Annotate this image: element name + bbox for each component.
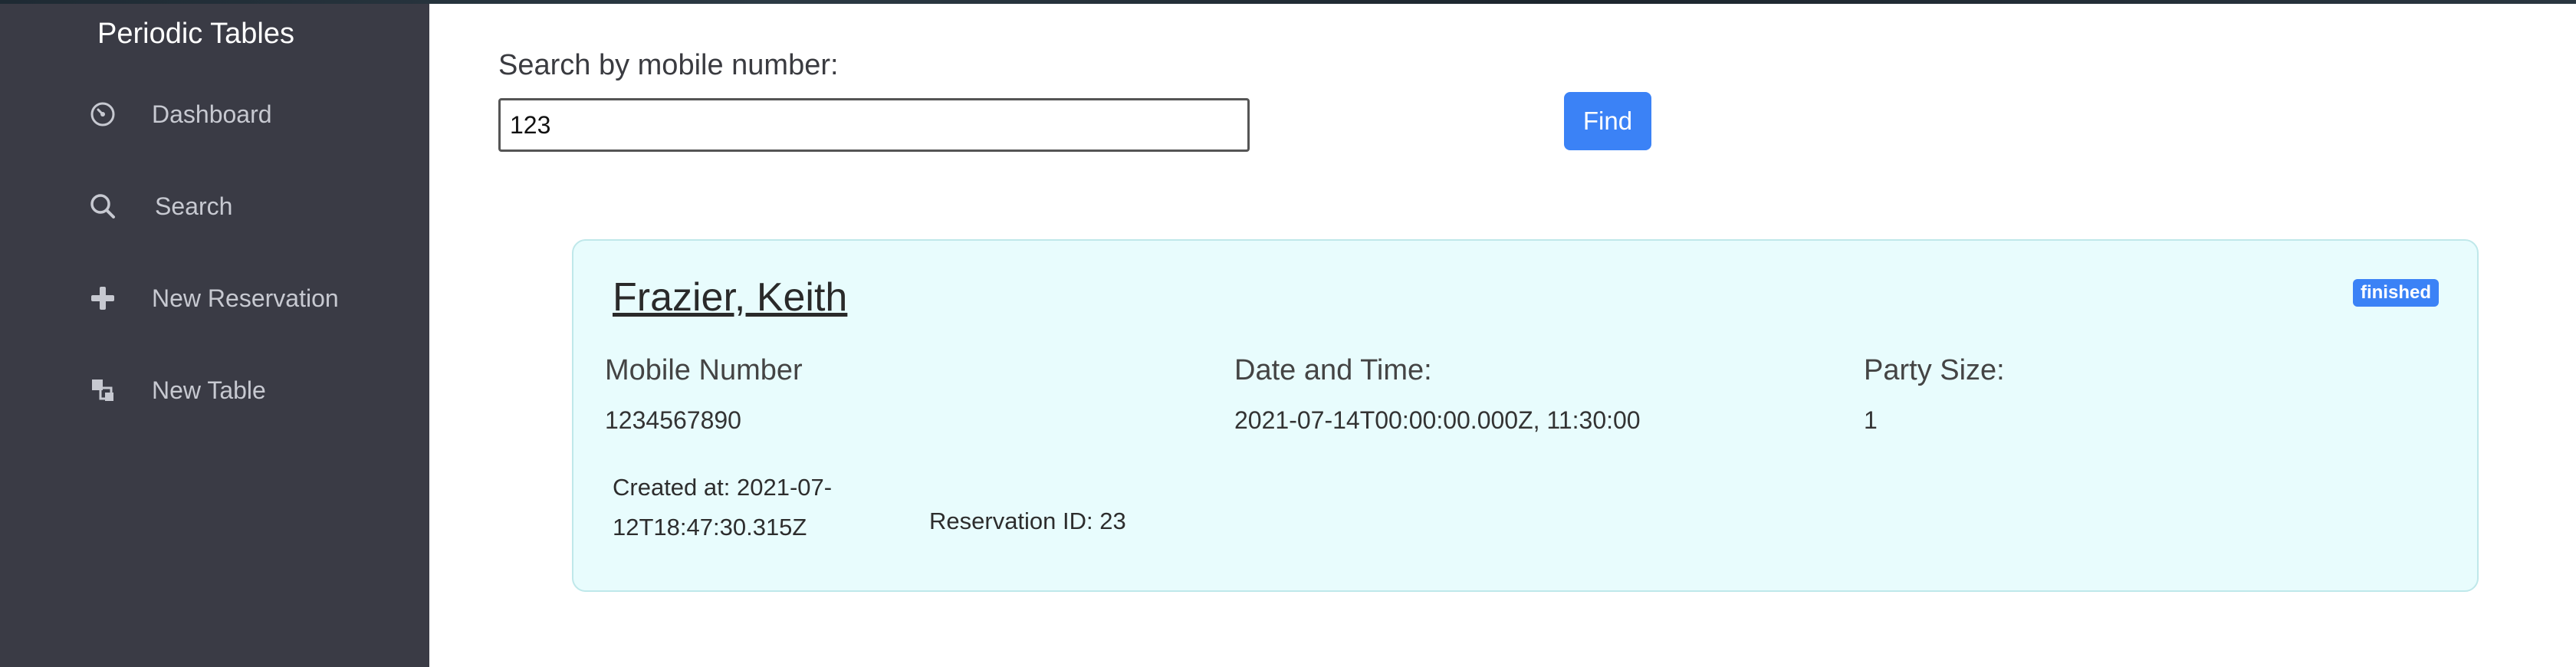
search-icon bbox=[84, 188, 121, 225]
sidebar-item-label: New Reservation bbox=[152, 284, 339, 312]
party-size-value: 1 bbox=[1864, 406, 1878, 434]
status-badge: finished bbox=[2352, 279, 2439, 307]
reservation-name-link[interactable]: Frazier, Keith bbox=[613, 274, 847, 320]
sidebar-item-new-reservation[interactable]: New Reservation bbox=[84, 275, 406, 321]
created-at-line-2: 12T18:47:30.315Z bbox=[613, 514, 807, 540]
created-at-text: Created at: 2021-07- 12T18:47:30.315Z bbox=[613, 468, 889, 547]
sidebar: Periodic Tables Dashboard Search New Res… bbox=[0, 4, 429, 667]
dashboard-icon bbox=[84, 96, 121, 133]
mobile-number-value: 1234567890 bbox=[605, 406, 741, 434]
tables-icon bbox=[84, 372, 121, 409]
date-time-label: Date and Time: bbox=[1234, 354, 1432, 386]
reservation-id-text: Reservation ID: 23 bbox=[929, 508, 1126, 534]
app-brand: Periodic Tables bbox=[97, 18, 295, 50]
party-size-label: Party Size: bbox=[1864, 354, 2005, 386]
mobile-search-input[interactable] bbox=[498, 98, 1250, 152]
created-at-line-1: Created at: 2021-07- bbox=[613, 474, 833, 501]
sidebar-item-search[interactable]: Search bbox=[84, 183, 406, 229]
sidebar-item-label: Search bbox=[155, 192, 233, 220]
plus-icon bbox=[84, 280, 121, 317]
sidebar-item-dashboard[interactable]: Dashboard bbox=[84, 91, 406, 137]
reservation-card: Frazier, Keith finished Mobile Number 12… bbox=[572, 239, 2479, 592]
sidebar-item-label: New Table bbox=[152, 376, 266, 404]
search-label: Search by mobile number: bbox=[498, 49, 839, 81]
mobile-number-label: Mobile Number bbox=[605, 354, 803, 386]
sidebar-item-label: Dashboard bbox=[152, 100, 272, 128]
date-time-value: 2021-07-14T00:00:00.000Z, 11:30:00 bbox=[1234, 406, 1641, 434]
sidebar-item-new-table[interactable]: New Table bbox=[84, 367, 406, 413]
find-button[interactable]: Find bbox=[1564, 92, 1651, 150]
